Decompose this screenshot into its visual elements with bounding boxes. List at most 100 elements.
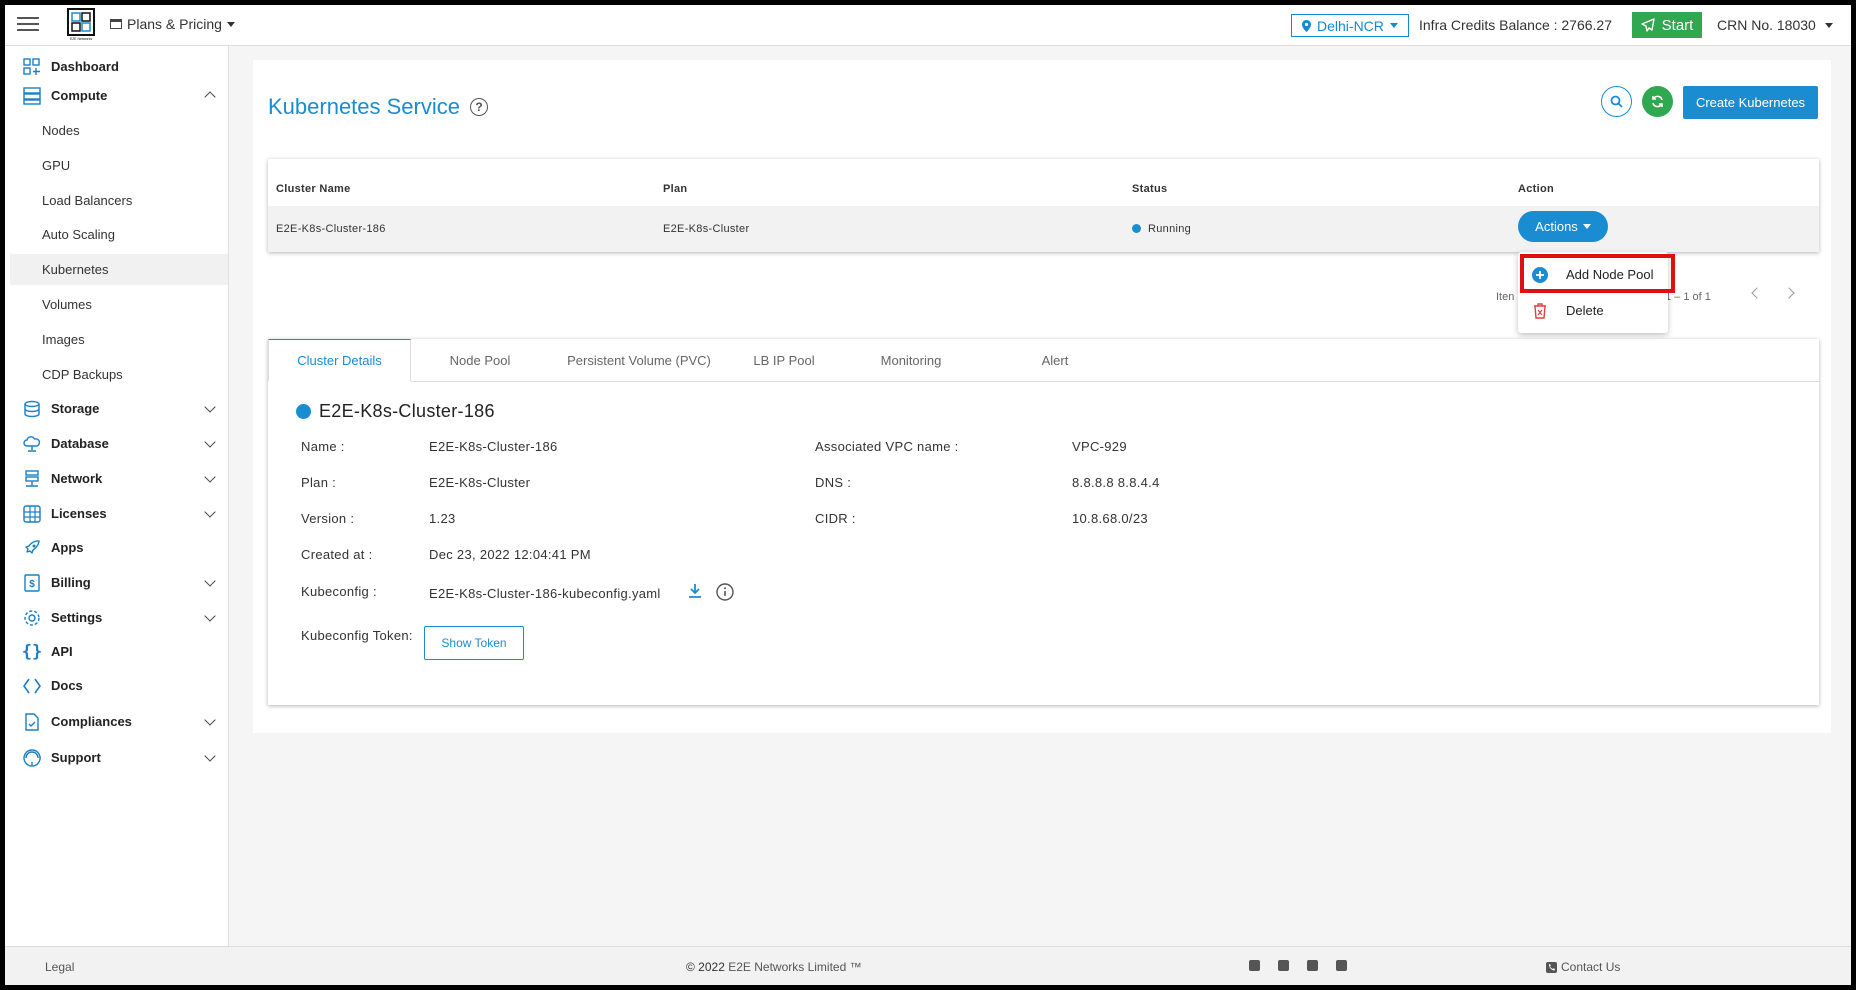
created-at-label: Created at :: [301, 547, 373, 562]
sidebar-item-nodes[interactable]: Nodes: [10, 115, 228, 146]
chevron-down-icon: [204, 436, 216, 448]
sidebar-item-auto-scaling[interactable]: Auto Scaling: [10, 219, 228, 250]
crn-label: CRN No. 18030: [1717, 17, 1816, 33]
dns-value: 8.8.8.8 8.8.4.4: [1072, 475, 1160, 490]
sidebar-item-settings[interactable]: Settings: [10, 602, 228, 633]
column-header-plan: Plan: [663, 183, 688, 195]
network-icon: [21, 469, 43, 489]
kubeconfig-label: Kubeconfig :: [301, 584, 377, 599]
search-icon: [1610, 95, 1623, 108]
cloud-database-icon: [21, 434, 43, 454]
sidebar-item-label: API: [51, 644, 73, 659]
twitter-icon[interactable]: [1307, 960, 1318, 971]
tab-persistent-volume[interactable]: Persistent Volume (PVC): [549, 339, 729, 382]
status-dot-icon: [1132, 224, 1141, 233]
cidr-value: 10.8.68.0/23: [1072, 511, 1148, 526]
rss-icon[interactable]: [1336, 960, 1347, 971]
tab-alert[interactable]: Alert: [983, 339, 1127, 382]
sidebar-item-volumes[interactable]: Volumes: [10, 289, 228, 320]
sidebar-item-cdp-backups[interactable]: CDP Backups: [10, 359, 228, 390]
plus-circle-icon: [1531, 266, 1549, 283]
created-at-value: Dec 23, 2022 12:04:41 PM: [429, 547, 591, 562]
sidebar-item-label: Settings: [51, 610, 103, 625]
tab-node-pool[interactable]: Node Pool: [411, 339, 549, 382]
actions-button[interactable]: Actions: [1518, 211, 1608, 242]
region-selector[interactable]: Delhi-NCR: [1291, 14, 1409, 37]
refresh-button[interactable]: [1642, 86, 1673, 117]
e2e-logo[interactable]: E2E Networks: [67, 8, 95, 42]
phone-icon: [1546, 961, 1557, 973]
sidebar-item-database[interactable]: Database: [10, 428, 228, 459]
paginator-items-label: Iten: [1496, 291, 1515, 303]
sidebar-item-kubernetes[interactable]: Kubernetes: [10, 254, 228, 285]
sidebar: Dashboard Compute Nodes GPU Load Balance…: [5, 46, 229, 946]
footer: Legal © 2022 E2E Networks Limited ™ Cont…: [5, 946, 1851, 985]
tab-monitoring[interactable]: Monitoring: [839, 339, 983, 382]
actions-dropdown-menu: Add Node Pool Delete: [1518, 252, 1668, 333]
search-button[interactable]: [1601, 86, 1632, 117]
contact-us-link[interactable]: Contact Us: [1546, 960, 1620, 974]
gear-icon: [21, 608, 43, 628]
hamburger-menu-icon[interactable]: [17, 13, 39, 35]
menu-item-add-node-pool[interactable]: Add Node Pool: [1518, 258, 1668, 291]
start-button[interactable]: Start: [1632, 12, 1702, 38]
chevron-down-icon: [204, 714, 216, 726]
cluster-title-text: E2E-K8s-Cluster-186: [319, 401, 495, 421]
sidebar-item-api[interactable]: {} API: [10, 636, 228, 667]
sidebar-item-gpu[interactable]: GPU: [10, 150, 228, 181]
sidebar-item-network[interactable]: Network: [10, 463, 228, 494]
sidebar-item-load-balancers[interactable]: Load Balancers: [10, 185, 228, 216]
sidebar-item-billing[interactable]: $ Billing: [10, 567, 228, 598]
sidebar-item-compute[interactable]: Compute: [10, 80, 228, 111]
dashboard-icon: [21, 57, 43, 77]
crn-account-menu[interactable]: CRN No. 18030: [1717, 17, 1833, 33]
facebook-icon[interactable]: [1278, 960, 1289, 971]
contact-us-label: Contact Us: [1561, 960, 1621, 974]
cluster-details-card: Cluster Details Node Pool Persistent Vol…: [268, 339, 1819, 705]
linkedin-icon[interactable]: [1249, 960, 1260, 971]
dns-label: DNS :: [815, 475, 852, 490]
legal-link[interactable]: Legal: [45, 960, 74, 974]
curly-braces-icon: {}: [21, 641, 43, 662]
plans-pricing-menu[interactable]: Plans & Pricing: [110, 16, 235, 32]
delete-label: Delete: [1566, 303, 1604, 318]
chevron-down-icon: [204, 750, 216, 762]
cidr-label: CIDR :: [815, 511, 856, 526]
create-kubernetes-button[interactable]: Create Kubernetes: [1683, 86, 1818, 119]
menu-item-delete[interactable]: Delete: [1518, 294, 1668, 327]
sidebar-item-storage[interactable]: Storage: [10, 393, 228, 424]
plans-pricing-label: Plans & Pricing: [127, 16, 222, 32]
sidebar-item-licenses[interactable]: Licenses: [10, 498, 228, 529]
chevron-down-icon: [204, 471, 216, 483]
chevron-down-icon: [204, 575, 216, 587]
cluster-title: E2E-K8s-Cluster-186: [296, 401, 495, 422]
trash-icon: [1531, 302, 1549, 319]
download-icon[interactable]: [687, 583, 703, 602]
chevron-down-icon: [204, 506, 216, 518]
tab-lb-ip-pool[interactable]: LB IP Pool: [729, 339, 839, 382]
sidebar-item-label: Compute: [51, 88, 108, 103]
copyright-text: © 2022 E2E Networks Limited ™: [686, 960, 862, 974]
version-label: Version :: [301, 511, 355, 526]
paginator-range: 1 – 1 of 1: [1665, 291, 1711, 303]
sidebar-item-label: Compliances: [51, 714, 132, 729]
sidebar-item-apps[interactable]: Apps: [10, 532, 228, 563]
sidebar-item-images[interactable]: Images: [10, 324, 228, 355]
sidebar-item-docs[interactable]: Docs: [10, 670, 228, 701]
svg-text:$: $: [29, 579, 35, 590]
kubeconfig-value: E2E-K8s-Cluster-186-kubeconfig.yaml: [429, 586, 661, 601]
table-icon: [110, 19, 122, 29]
show-token-button[interactable]: Show Token: [424, 626, 524, 660]
company-link[interactable]: E2E Networks Limited ™: [728, 960, 861, 974]
help-question-icon[interactable]: ?: [470, 98, 488, 116]
sidebar-item-dashboard[interactable]: Dashboard: [10, 51, 228, 82]
page-title-text: Kubernetes Service: [268, 94, 460, 119]
tab-cluster-details[interactable]: Cluster Details: [268, 339, 411, 382]
details-tabs: Cluster Details Node Pool Persistent Vol…: [268, 339, 1819, 382]
info-icon[interactable]: [716, 583, 734, 604]
chevron-down-icon: [204, 610, 216, 622]
sidebar-item-support[interactable]: Support: [10, 742, 228, 773]
code-brackets-icon: [21, 676, 43, 696]
sidebar-item-compliances[interactable]: Compliances: [10, 706, 228, 737]
table-row[interactable]: E2E-K8s-Cluster-186 E2E-K8s-Cluster Runn…: [268, 206, 1819, 252]
